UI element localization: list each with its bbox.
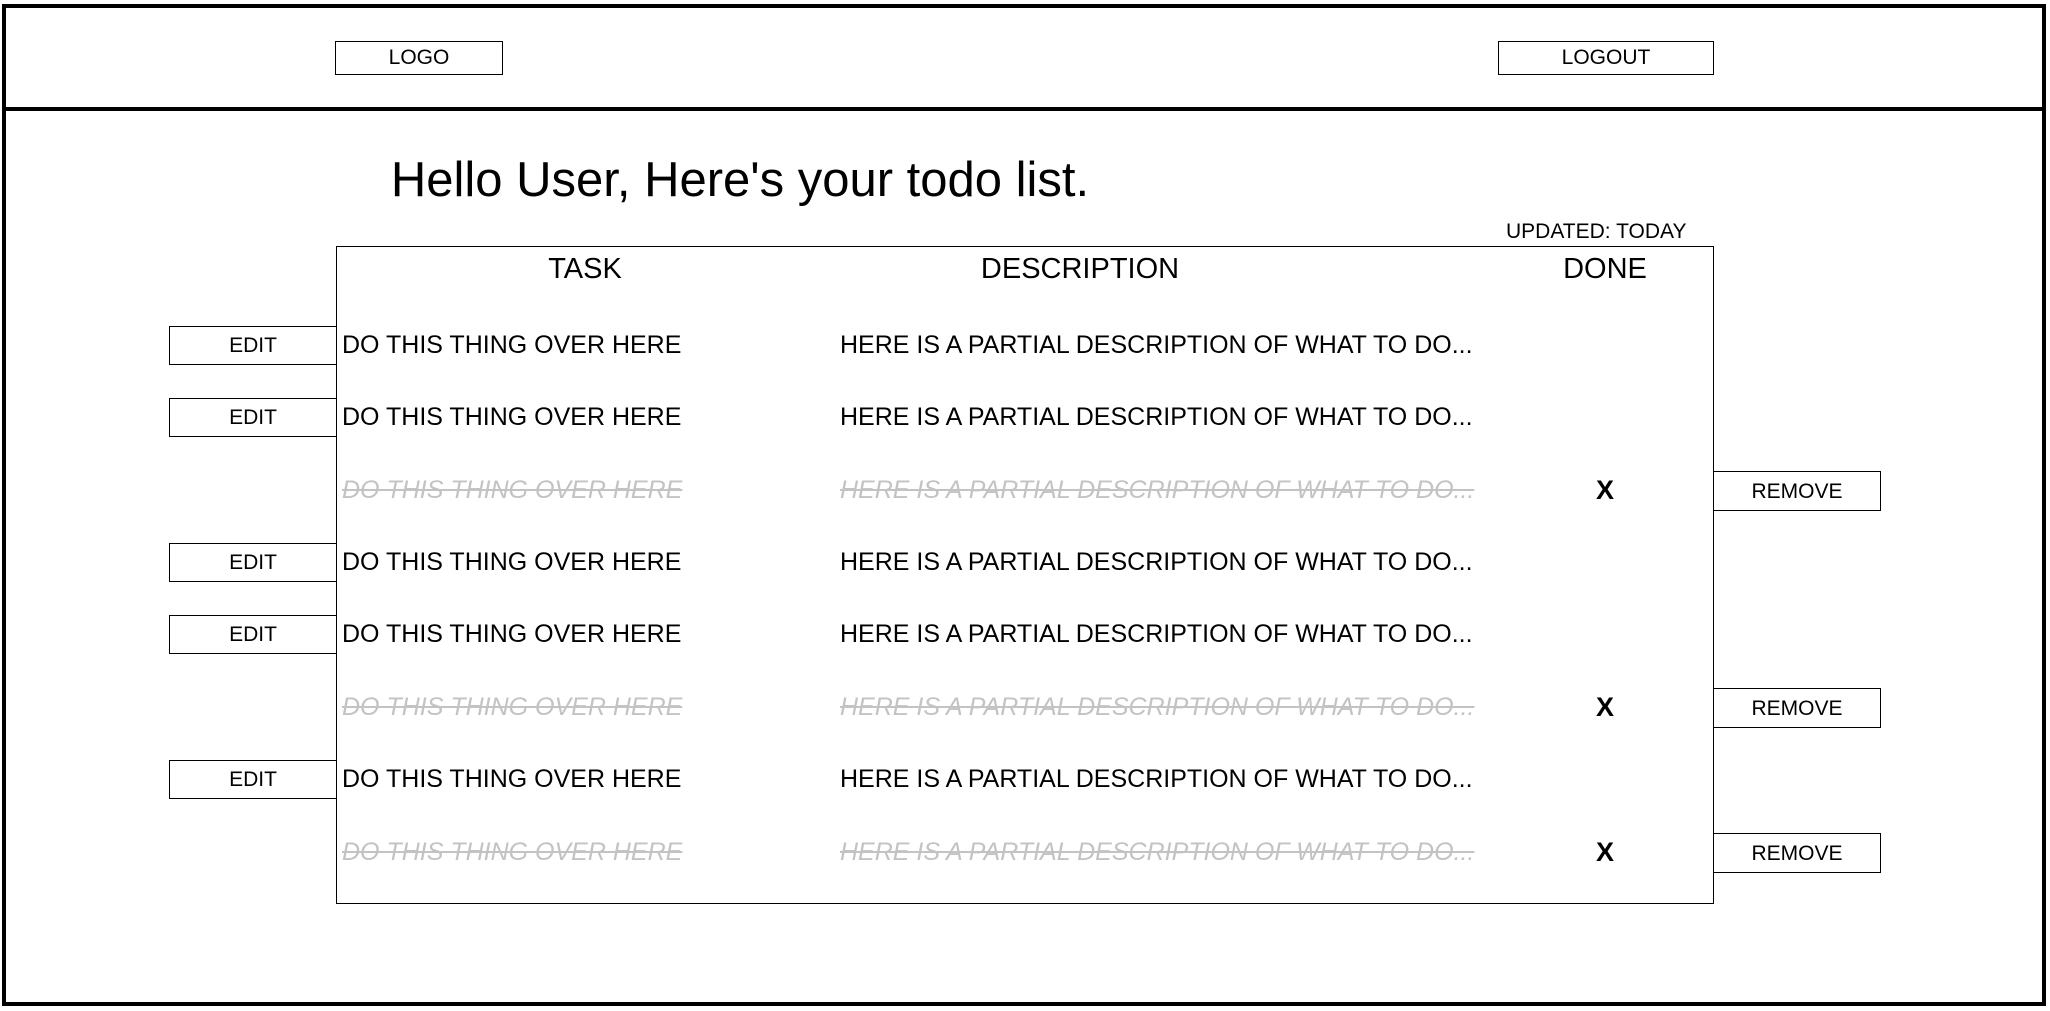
done-mark[interactable]: X (1585, 832, 1625, 872)
table-row: EDITDO THIS THING OVER HEREHERE IS A PAR… (0, 832, 2050, 873)
task-description: HERE IS A PARTIAL DESCRIPTION OF WHAT TO… (840, 476, 1475, 504)
task-description: HERE IS A PARTIAL DESCRIPTION OF WHAT TO… (840, 548, 1473, 576)
updated-status: UPDATED: TODAY (1506, 220, 1687, 243)
remove-button[interactable]: REMOVE (1713, 688, 1881, 728)
task-description: HERE IS A PARTIAL DESCRIPTION OF WHAT TO… (840, 693, 1475, 721)
task-title: DO THIS THING OVER HERE (342, 765, 682, 793)
task-description: HERE IS A PARTIAL DESCRIPTION OF WHAT TO… (840, 765, 1473, 793)
page-title: Hello User, Here's your todo list. (390, 153, 1090, 207)
task-description: HERE IS A PARTIAL DESCRIPTION OF WHAT TO… (840, 403, 1473, 431)
table-row: EDITDO THIS THING OVER HERE HERE IS A PAR… (0, 542, 2050, 582)
table-row: EDITDO THIS THING OVER HERE HERE IS A PAR… (0, 759, 2050, 799)
done-mark[interactable]: X (1585, 687, 1625, 727)
column-header-description: DESCRIPTION (980, 253, 1180, 285)
table-row: EDITDO THIS THING OVER HEREHERE IS A PAR… (0, 687, 2050, 728)
logo-button[interactable]: LOGO (335, 41, 503, 75)
task-title: DO THIS THING OVER HERE (342, 838, 683, 866)
edit-button[interactable]: EDIT (169, 543, 337, 582)
edit-button[interactable]: EDIT (169, 326, 337, 365)
column-header-done: DONE (1563, 253, 1647, 285)
edit-button[interactable]: EDIT (169, 615, 337, 654)
column-header-task: TASK (548, 253, 622, 285)
table-row: EDITDO THIS THING OVER HERE HERE IS A PAR… (0, 325, 2050, 365)
task-description: HERE IS A PARTIAL DESCRIPTION OF WHAT TO… (840, 620, 1473, 648)
logout-button[interactable]: LOGOUT (1498, 41, 1714, 75)
done-mark[interactable]: X (1585, 470, 1625, 510)
remove-button[interactable]: REMOVE (1713, 471, 1881, 511)
header-bar (2, 4, 2046, 111)
table-row: EDITDO THIS THING OVER HERE HERE IS A PAR… (0, 614, 2050, 654)
edit-button[interactable]: EDIT (169, 398, 337, 437)
table-row: EDITDO THIS THING OVER HERE HERE IS A PAR… (0, 397, 2050, 437)
task-description: HERE IS A PARTIAL DESCRIPTION OF WHAT TO… (840, 838, 1475, 866)
task-title: DO THIS THING OVER HERE (342, 403, 682, 431)
task-title: DO THIS THING OVER HERE (342, 476, 683, 504)
task-description: HERE IS A PARTIAL DESCRIPTION OF WHAT TO… (840, 331, 1473, 359)
task-title: DO THIS THING OVER HERE (342, 331, 682, 359)
task-title: DO THIS THING OVER HERE (342, 620, 682, 648)
remove-button[interactable]: REMOVE (1713, 833, 1881, 873)
table-row: EDITDO THIS THING OVER HEREHERE IS A PAR… (0, 470, 2050, 511)
edit-button[interactable]: EDIT (169, 760, 337, 799)
task-title: DO THIS THING OVER HERE (342, 548, 682, 576)
task-title: DO THIS THING OVER HERE (342, 693, 683, 721)
